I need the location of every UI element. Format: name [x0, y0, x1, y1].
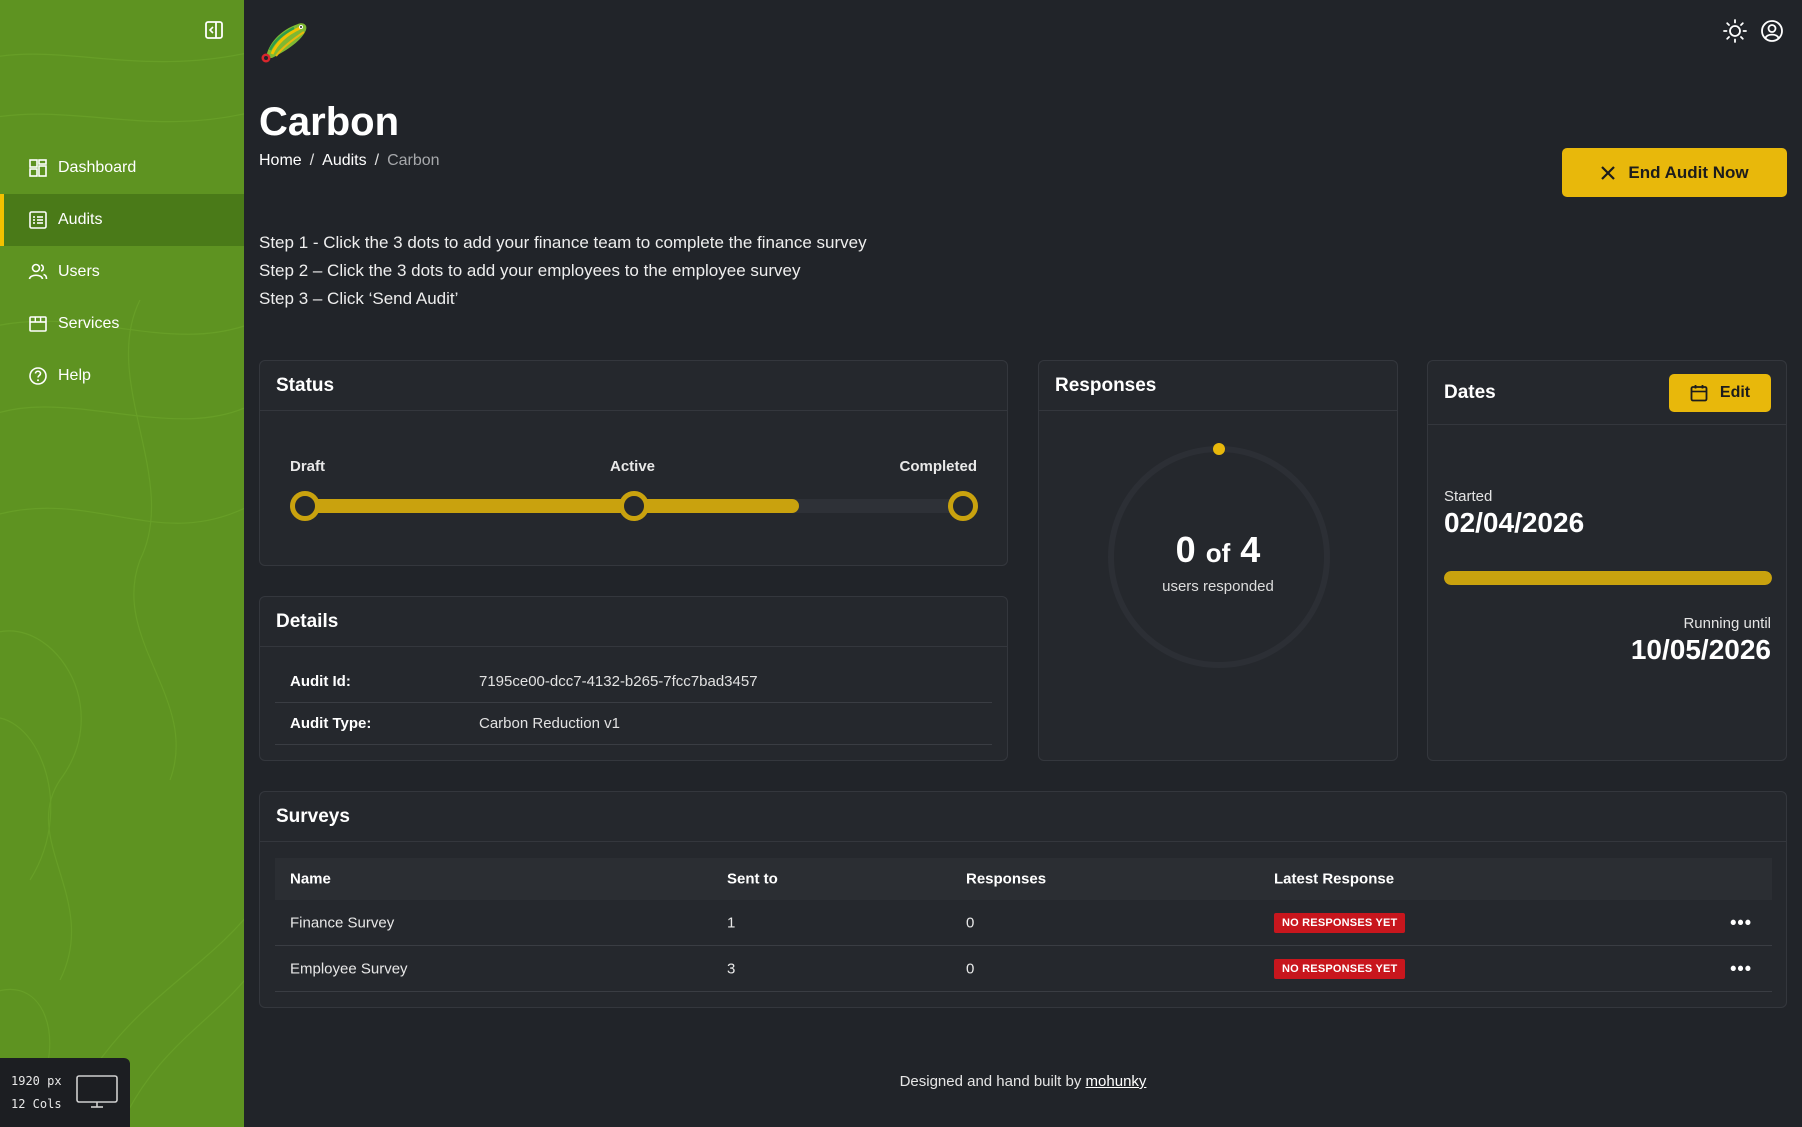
sidebar-item-services[interactable]: Services: [0, 298, 244, 350]
responses-count-value: 0: [1175, 529, 1196, 570]
monitor-icon: [76, 1075, 118, 1108]
calendar-icon: [1690, 384, 1708, 401]
footer: Designed and hand built by mohunky: [244, 1073, 1802, 1090]
step-3: Step 3 – Click ‘Send Audit’: [259, 289, 459, 308]
details-card: Details Audit Id: 7195ce00-dcc7-4132-b26…: [259, 596, 1008, 761]
survey-responses: 0: [966, 914, 975, 931]
survey-name: Finance Survey: [290, 914, 395, 931]
stage-dot-completed[interactable]: [948, 491, 978, 521]
column-header-name[interactable]: Name: [290, 871, 331, 888]
column-header-responses[interactable]: Responses: [966, 871, 1046, 888]
edit-dates-button[interactable]: Edit: [1669, 373, 1771, 412]
breadcrumb-audits[interactable]: Audits: [322, 152, 366, 170]
sidebar-item-label: Services: [58, 315, 120, 332]
sidebar-item-users[interactable]: Users: [0, 246, 244, 298]
breakpoint-width: 1920 px: [11, 1074, 62, 1088]
survey-name: Employee Survey: [290, 960, 408, 977]
footer-author-link[interactable]: mohunky: [1086, 1073, 1147, 1090]
theme-toggle-sun-icon[interactable]: [1722, 18, 1748, 44]
sidebar-item-help[interactable]: Help: [0, 350, 244, 402]
table-row[interactable]: Finance Survey 1 0 NO RESPONSES YET •••: [275, 900, 1772, 946]
detail-key: Audit Id:: [290, 673, 351, 690]
user-account-icon[interactable]: [1759, 18, 1785, 44]
stage-label-completed: Completed: [899, 458, 977, 475]
step-1: Step 1 - Click the 3 dots to add your fi…: [259, 233, 867, 252]
responses-subtitle: users responded: [1162, 578, 1274, 595]
stage-label-active: Active: [610, 458, 656, 475]
dates-card: Dates Edit Started 02/04/2026 Running un…: [1427, 360, 1787, 761]
table-row[interactable]: Employee Survey 3 0 NO RESPONSES YET •••: [275, 946, 1772, 992]
step-2: Step 2 – Click the 3 dots to add your em…: [259, 261, 801, 280]
users-icon: [28, 263, 48, 280]
stage-dot-draft[interactable]: [290, 491, 320, 521]
breakpoint-cols: 12 Cols: [11, 1097, 62, 1111]
detail-value: Carbon Reduction v1: [479, 715, 620, 732]
status-badge: NO RESPONSES YET: [1274, 912, 1406, 933]
responses-total: 4: [1240, 529, 1261, 570]
column-header-latest-response[interactable]: Latest Response: [1274, 871, 1394, 888]
breadcrumb: Home / Audits / Carbon: [259, 152, 440, 170]
stage-dot-active[interactable]: [619, 491, 649, 521]
end-audit-button[interactable]: End Audit Now: [1562, 148, 1787, 197]
status-progress-fill: [305, 499, 799, 513]
collapse-sidebar-button[interactable]: [204, 20, 224, 40]
responses-count: 0 of 4: [1039, 529, 1397, 571]
row-actions-menu-icon[interactable]: •••: [1730, 912, 1752, 933]
list-icon: [29, 211, 47, 229]
breakpoint-indicator: 1920 px 12 Cols: [0, 1058, 130, 1127]
instructions: Step 1 - Click the 3 dots to add your fi…: [259, 229, 867, 313]
breadcrumb-home[interactable]: Home: [259, 152, 302, 170]
help-icon: [29, 367, 47, 385]
started-date: 02/04/2026: [1444, 507, 1585, 538]
running-until-label: Running until: [1683, 615, 1771, 632]
survey-sent-to: 3: [727, 960, 736, 977]
responses-title: Responses: [1039, 361, 1397, 411]
status-title: Status: [260, 361, 1007, 411]
sidebar-item-dashboard[interactable]: Dashboard: [0, 142, 244, 194]
sidebar-item-label: Dashboard: [58, 159, 137, 176]
row-actions-menu-icon[interactable]: •••: [1730, 958, 1752, 979]
dates-progress-fill: [1444, 571, 1772, 585]
surveys-card: Surveys Name Sent to Responses Latest Re…: [259, 791, 1787, 1008]
started-label: Started: [1444, 488, 1493, 505]
footer-text: Designed and hand built by: [899, 1073, 1082, 1090]
detail-value: 7195ce00-dcc7-4132-b265-7fcc7bad3457: [479, 673, 758, 690]
sidebar-item-label: Users: [58, 263, 100, 280]
responses-card: Responses 0 of 4 users responded: [1038, 360, 1398, 761]
breadcrumb-separator: /: [374, 152, 380, 169]
ring-progress-marker: [1213, 443, 1225, 455]
dates-progress-bar: [1444, 571, 1772, 585]
survey-sent-to: 1: [727, 914, 736, 931]
sidebar-item-label: Help: [58, 367, 91, 384]
sidebar-item-audits[interactable]: Audits: [0, 194, 244, 246]
column-header-sent-to[interactable]: Sent to: [727, 871, 778, 888]
surveys-title: Surveys: [260, 792, 1786, 842]
breadcrumb-current: Carbon: [387, 152, 440, 169]
dates-title: Dates: [1444, 381, 1496, 403]
responses-of: of: [1205, 538, 1231, 568]
parrot-logo: [261, 23, 307, 63]
survey-responses: 0: [966, 960, 975, 977]
store-icon: [29, 316, 47, 332]
stage-label-draft: Draft: [290, 458, 326, 475]
table-header: Name Sent to Responses Latest Response: [275, 858, 1772, 900]
running-until-date: 10/05/2026: [1630, 634, 1771, 665]
detail-row-audit-id: Audit Id: 7195ce00-dcc7-4132-b265-7fcc7b…: [275, 661, 992, 703]
page-title: Carbon: [259, 100, 399, 144]
status-card: Status Draft Active Completed: [259, 360, 1008, 566]
sidebar: Dashboard Audits Users Services Help 192…: [0, 0, 244, 1127]
surveys-table: Name Sent to Responses Latest Response F…: [275, 858, 1772, 992]
sidebar-item-label: Audits: [58, 211, 103, 228]
sidebar-collapse-icon: [205, 21, 223, 39]
sidebar-nav: Dashboard Audits Users Services Help: [0, 142, 244, 402]
end-audit-label: End Audit Now: [1628, 162, 1749, 182]
details-title: Details: [260, 597, 1007, 647]
detail-key: Audit Type:: [290, 715, 372, 732]
status-badge: NO RESPONSES YET: [1274, 958, 1406, 979]
breadcrumb-separator: /: [309, 152, 315, 169]
detail-row-audit-type: Audit Type: Carbon Reduction v1: [275, 703, 992, 745]
close-icon: [1601, 165, 1616, 180]
edit-label: Edit: [1719, 383, 1751, 401]
dashboard-icon: [29, 159, 47, 177]
